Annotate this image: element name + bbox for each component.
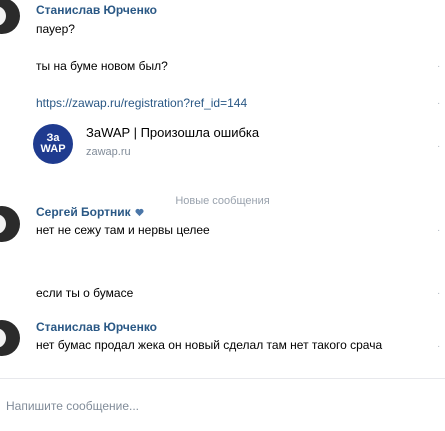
preview-title[interactable]: ЗаWAP | Произошла ошибка xyxy=(86,125,259,140)
message-action-mark[interactable]: · xyxy=(437,142,443,152)
avatar[interactable] xyxy=(0,320,20,356)
message-text: если ты о бумасе xyxy=(36,286,134,300)
message-text: ты на буме новом был? xyxy=(36,59,168,73)
message-author[interactable]: Станислав Юрченко xyxy=(36,320,157,334)
message-text: нет не сежу там и нервы целее xyxy=(36,223,210,237)
message-author[interactable]: Станислав Юрченко xyxy=(36,3,157,17)
avatar[interactable] xyxy=(0,206,20,242)
message-text: пауер? xyxy=(36,22,75,36)
preview-domain: zawap.ru xyxy=(86,146,131,158)
message-action-mark[interactable]: · xyxy=(437,289,443,299)
preview-logo[interactable]: За WAP xyxy=(33,124,73,164)
message-action-mark[interactable]: · xyxy=(437,99,443,109)
message-action-mark[interactable]: · xyxy=(437,342,443,352)
preview-logo-text: WAP xyxy=(40,143,66,155)
heart-icon xyxy=(135,208,144,217)
avatar[interactable] xyxy=(0,0,20,34)
compose-area xyxy=(0,378,445,431)
message-author[interactable]: Сергей Бортник xyxy=(36,205,144,219)
message-text: нет бумас продал жека он новый сделал та… xyxy=(36,338,383,352)
message-input[interactable] xyxy=(0,379,445,431)
message-link[interactable]: https://zawap.ru/registration?ref_id=144 xyxy=(36,96,247,110)
message-action-mark[interactable]: · xyxy=(437,226,443,236)
author-name[interactable]: Сергей Бортник xyxy=(36,205,131,219)
message-action-mark[interactable]: · xyxy=(437,62,443,72)
